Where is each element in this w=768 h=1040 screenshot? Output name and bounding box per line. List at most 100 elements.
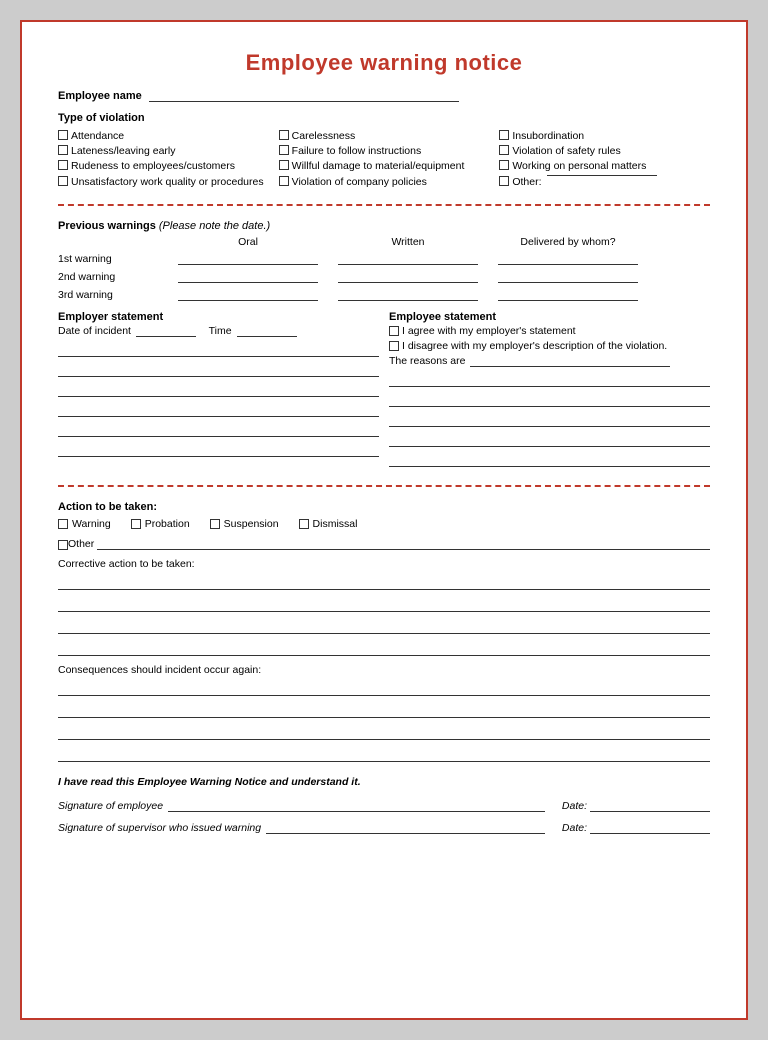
other-action-row: Other xyxy=(58,536,710,550)
sig-employee-row: Signature of employee Date: xyxy=(58,798,710,812)
pw-header-oral: Oral xyxy=(168,236,328,248)
action-probation: Probation xyxy=(131,518,190,530)
write-line xyxy=(389,431,710,447)
action-dismissal: Dismissal xyxy=(299,518,358,530)
time-label: Time xyxy=(209,325,232,337)
sig-supervisor-line xyxy=(266,820,545,834)
form-page: Employee warning notice Employee name Ty… xyxy=(20,20,748,1020)
agree-row: I agree with my employer's statement xyxy=(389,325,710,337)
violation-item: Attendance xyxy=(58,129,269,144)
pw-label-1: 1st warning xyxy=(58,253,168,265)
violation-unsatisfactory: Unsatisfactory work quality or procedure… xyxy=(71,175,264,190)
checkbox-personal[interactable] xyxy=(499,160,509,170)
violation-company: Violation of company policies xyxy=(292,175,427,190)
employer-statement-label: Employer statement xyxy=(58,311,379,323)
time-line-input xyxy=(237,336,297,337)
employee-name-label: Employee name xyxy=(58,90,142,102)
employee-statement-lines xyxy=(389,371,710,467)
sig-employee-date: Date: xyxy=(562,798,710,812)
checkbox-carelessness[interactable] xyxy=(279,130,289,140)
write-line xyxy=(58,680,710,696)
sig-supervisor-row: Signature of supervisor who issued warni… xyxy=(58,820,710,834)
checkbox-probation[interactable] xyxy=(131,519,141,529)
sig-employee-label: Signature of employee xyxy=(58,800,163,812)
action-probation-label: Probation xyxy=(145,518,190,530)
checkbox-suspension[interactable] xyxy=(210,519,220,529)
checkbox-attendance[interactable] xyxy=(58,130,68,140)
violation-rudeness: Rudeness to employees/customers xyxy=(71,159,235,174)
checkbox-agree[interactable] xyxy=(389,326,399,336)
write-line xyxy=(58,618,710,634)
write-line xyxy=(58,381,379,397)
sig-employee-left: Signature of employee xyxy=(58,798,547,812)
checkbox-other[interactable] xyxy=(499,176,509,186)
date-sign-label2: Date: xyxy=(562,822,587,834)
violation-item: Carelessness xyxy=(279,129,490,144)
pw-row-1: 1st warning xyxy=(58,251,710,265)
pw-header-row: Oral Written Delivered by whom? xyxy=(58,236,710,248)
checkbox-lateness[interactable] xyxy=(58,145,68,155)
write-line xyxy=(389,371,710,387)
checkbox-willful[interactable] xyxy=(279,160,289,170)
write-line xyxy=(58,746,710,762)
checkbox-rudeness[interactable] xyxy=(58,160,68,170)
write-line xyxy=(58,361,379,377)
checkbox-dismissal[interactable] xyxy=(299,519,309,529)
write-line xyxy=(58,702,710,718)
employee-statement-label: Employee statement xyxy=(389,311,710,323)
read-notice: I have read this Employee Warning Notice… xyxy=(58,776,710,788)
write-line xyxy=(58,596,710,612)
employee-name-line xyxy=(149,101,459,102)
corrective-lines xyxy=(58,574,710,656)
violation-item: Unsatisfactory work quality or procedure… xyxy=(58,175,269,190)
checkbox-insubordination[interactable] xyxy=(499,130,509,140)
violation-personal: Working on personal matters xyxy=(512,159,646,174)
violation-item: Lateness/leaving early xyxy=(58,144,269,159)
violation-col1: Attendance Lateness/leaving early Rudene… xyxy=(58,129,269,190)
action-suspension: Suspension xyxy=(210,518,279,530)
violation-failure: Failure to follow instructions xyxy=(292,144,422,159)
reasons-row: The reasons are xyxy=(389,355,710,367)
statements-row: Employer statement Date of incident Time… xyxy=(58,311,710,471)
action-section: Action to be taken: Warning Probation Su… xyxy=(58,501,710,762)
checkbox-warning[interactable] xyxy=(58,519,68,529)
violation-item: Working on personal matters xyxy=(499,159,710,174)
date-time-row: Date of incident Time xyxy=(58,325,379,337)
date-line-input xyxy=(136,336,196,337)
divider-2 xyxy=(58,485,710,487)
checkbox-safety[interactable] xyxy=(499,145,509,155)
pw-delivered-1 xyxy=(498,251,638,265)
violation-item: Rudeness to employees/customers xyxy=(58,159,269,174)
page-title: Employee warning notice xyxy=(58,50,710,76)
pw-row-2: 2nd warning xyxy=(58,269,710,283)
write-line xyxy=(58,574,710,590)
violation-grid: Attendance Lateness/leaving early Rudene… xyxy=(58,129,710,190)
pw-oral-3 xyxy=(178,287,318,301)
sig-employee-line xyxy=(168,798,545,812)
employee-name-row: Employee name xyxy=(58,90,710,102)
write-line xyxy=(389,391,710,407)
date-sign-line xyxy=(590,798,710,812)
consequences-lines xyxy=(58,680,710,762)
violation-item: Insubordination xyxy=(499,129,710,144)
write-line xyxy=(389,411,710,427)
checkbox-failure[interactable] xyxy=(279,145,289,155)
checkbox-unsatisfactory[interactable] xyxy=(58,176,68,186)
action-warning-label: Warning xyxy=(72,518,111,530)
checkbox-disagree[interactable] xyxy=(389,341,399,351)
violation-insubordination: Insubordination xyxy=(512,129,584,144)
employer-statement-lines xyxy=(58,341,379,457)
previous-warnings-title: Previous warnings (Please note the date.… xyxy=(58,220,710,232)
pw-written-2 xyxy=(338,269,478,283)
pw-row-3: 3rd warning xyxy=(58,287,710,301)
type-violation-label: Type of violation xyxy=(58,112,710,124)
pw-oral-2 xyxy=(178,269,318,283)
checkbox-violation-company[interactable] xyxy=(279,176,289,186)
violation-attendance: Attendance xyxy=(71,129,124,144)
checkbox-other-action[interactable] xyxy=(58,540,68,550)
pw-label-2: 2nd warning xyxy=(58,271,168,283)
violation-item: Violation of safety rules xyxy=(499,144,710,159)
date-sign-label: Date: xyxy=(562,800,587,812)
pw-label-3: 3rd warning xyxy=(58,289,168,301)
sig-supervisor-label: Signature of supervisor who issued warni… xyxy=(58,822,261,834)
